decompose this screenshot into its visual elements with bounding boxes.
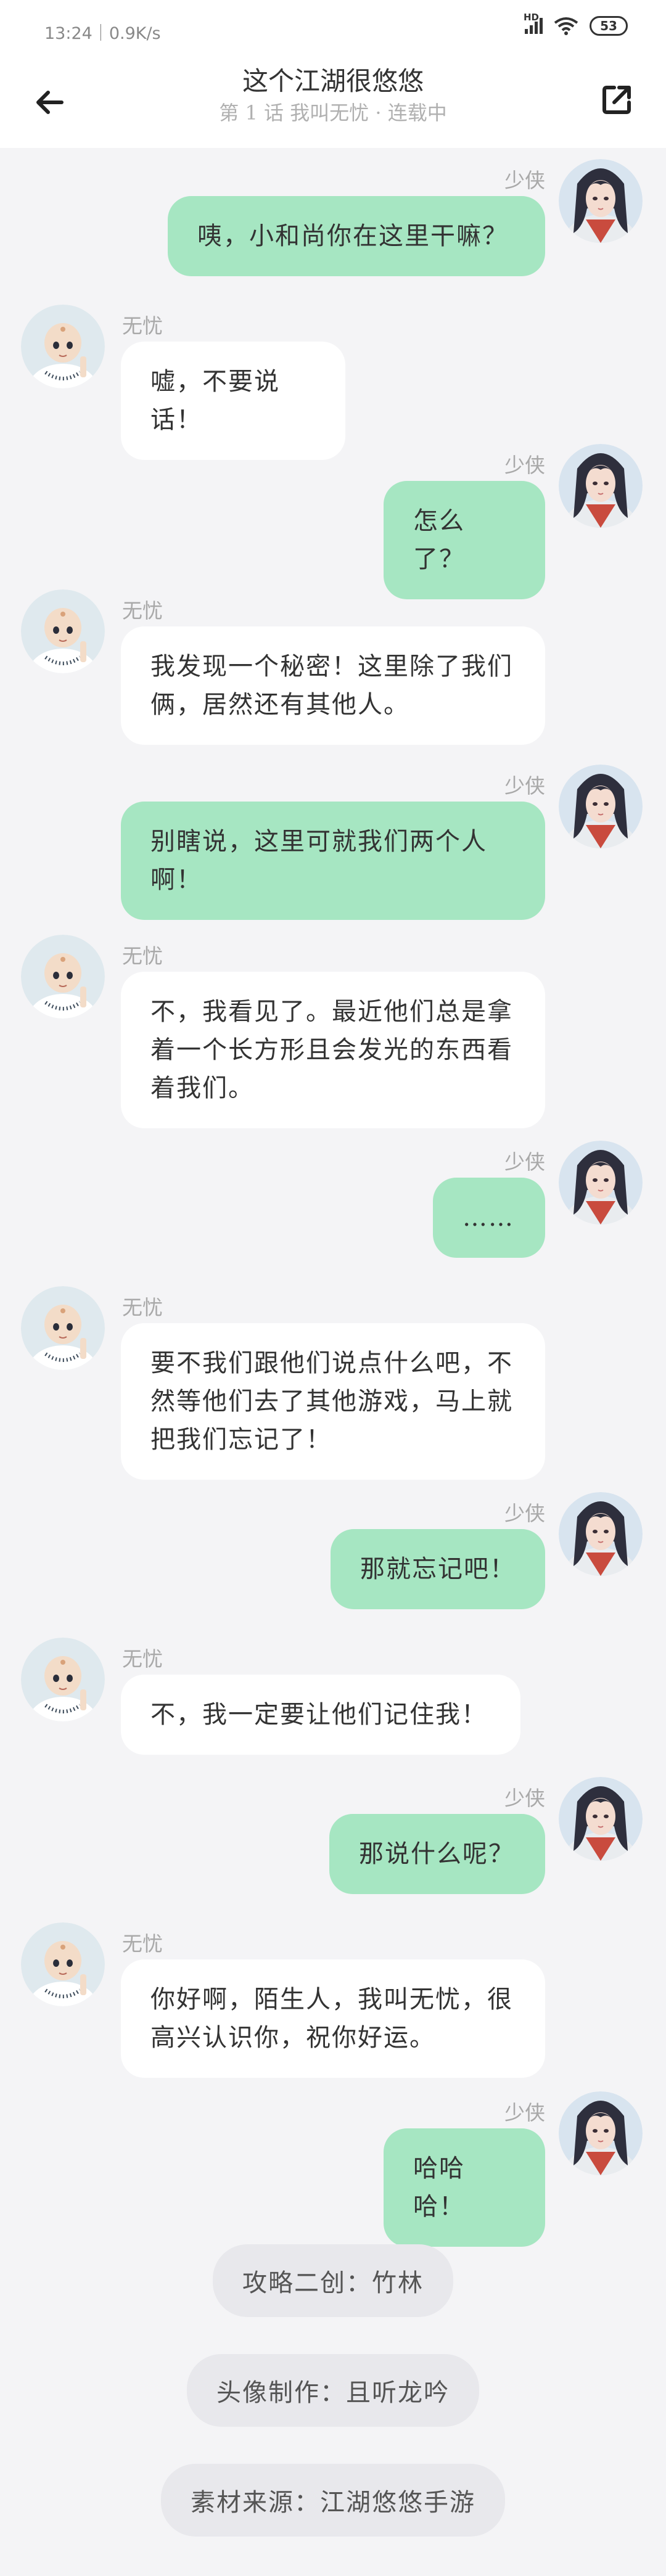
speaker-name: 少侠 — [504, 2101, 545, 2125]
speaker-name: 无忧 — [122, 599, 163, 623]
speaker-name: 无忧 — [122, 944, 163, 968]
battery-icon: 53 — [590, 16, 628, 36]
swordsman-avatar[interactable] — [559, 2091, 643, 2175]
share-icon — [602, 86, 631, 114]
message-bubble[interactable]: 我发现一个秘密！这里除了我们俩，居然还有其他人。 — [121, 626, 545, 745]
message-bubble[interactable]: 咦，小和尚你在这里干嘛？ — [168, 196, 545, 276]
message-bubble[interactable]: 怎么了？ — [384, 481, 545, 599]
monk-avatar[interactable] — [21, 589, 105, 673]
monk-avatar[interactable] — [21, 305, 105, 388]
monk-avatar[interactable] — [21, 935, 105, 1019]
speaker-name: 少侠 — [504, 1786, 545, 1810]
credit-badge: 攻略二创：竹林 — [213, 2244, 453, 2317]
message-bubble[interactable]: 哈哈哈！ — [384, 2128, 545, 2247]
network-speed: 0.9K/s — [109, 24, 161, 43]
swordsman-avatar[interactable] — [559, 1492, 643, 1576]
swordsman-avatar[interactable] — [559, 1777, 643, 1861]
speaker-name: 无忧 — [122, 1647, 163, 1671]
status-bar: 13:24｜0.9K/s HD 53 — [0, 0, 666, 57]
monk-avatar[interactable] — [21, 1286, 105, 1370]
speaker-name: 少侠 — [504, 168, 545, 192]
monk-avatar[interactable] — [21, 1922, 105, 2006]
speaker-name: 无忧 — [122, 1932, 163, 1956]
speaker-name: 少侠 — [504, 1150, 545, 1174]
wifi-icon — [554, 17, 578, 35]
credit-badge: 头像制作：且听龙吟 — [187, 2354, 479, 2427]
speaker-name: 少侠 — [504, 453, 545, 477]
message-bubble[interactable]: 不，我一定要让他们记住我！ — [121, 1675, 520, 1755]
network-type: HD — [524, 12, 540, 23]
credit-badge: 素材来源：江湖悠悠手游 — [161, 2464, 505, 2537]
message-bubble[interactable]: 你好啊，陌生人，我叫无忧，很高兴认识你，祝你好运。 — [121, 1959, 545, 2078]
status-icons: HD 53 — [524, 12, 628, 36]
swordsman-avatar[interactable] — [559, 159, 643, 243]
status-time-speed: 13:24｜0.9K/s — [44, 24, 161, 43]
message-bubble[interactable]: 那说什么呢？ — [329, 1814, 545, 1894]
message-bubble[interactable]: 嘘，不要说话！ — [121, 342, 345, 460]
message-bubble[interactable]: 不，我看见了。最近他们总是拿着一个长方形且会发光的东西看着我们。 — [121, 972, 545, 1128]
share-button[interactable] — [598, 81, 635, 118]
speaker-name: 少侠 — [504, 1501, 545, 1525]
swordsman-avatar[interactable] — [559, 444, 643, 528]
nav-bar: 这个江湖很悠悠 第 1 话 我叫无忧 · 连载中 — [0, 57, 666, 148]
monk-avatar[interactable] — [21, 1638, 105, 1721]
signal-icon: HD — [524, 12, 543, 34]
speaker-name: 少侠 — [504, 774, 545, 798]
message-bubble[interactable]: 要不我们跟他们说点什么吧，不然等他们去了其他游戏，马上就把我们忘记了！ — [121, 1323, 545, 1480]
swordsman-avatar[interactable] — [559, 1141, 643, 1224]
message-bubble[interactable]: …… — [433, 1178, 545, 1258]
message-bubble[interactable]: 那就忘记吧！ — [331, 1529, 545, 1609]
page-subtitle: 第 1 话 我叫无忧 · 连载中 — [219, 101, 447, 125]
swordsman-avatar[interactable] — [559, 765, 643, 848]
status-time: 13:24 — [44, 24, 92, 43]
speaker-name: 无忧 — [122, 314, 163, 338]
message-bubble[interactable]: 别瞎说，这里可就我们两个人啊！ — [121, 802, 545, 920]
page-title: 这个江湖很悠悠 — [242, 66, 424, 96]
speaker-name: 无忧 — [122, 1295, 163, 1319]
